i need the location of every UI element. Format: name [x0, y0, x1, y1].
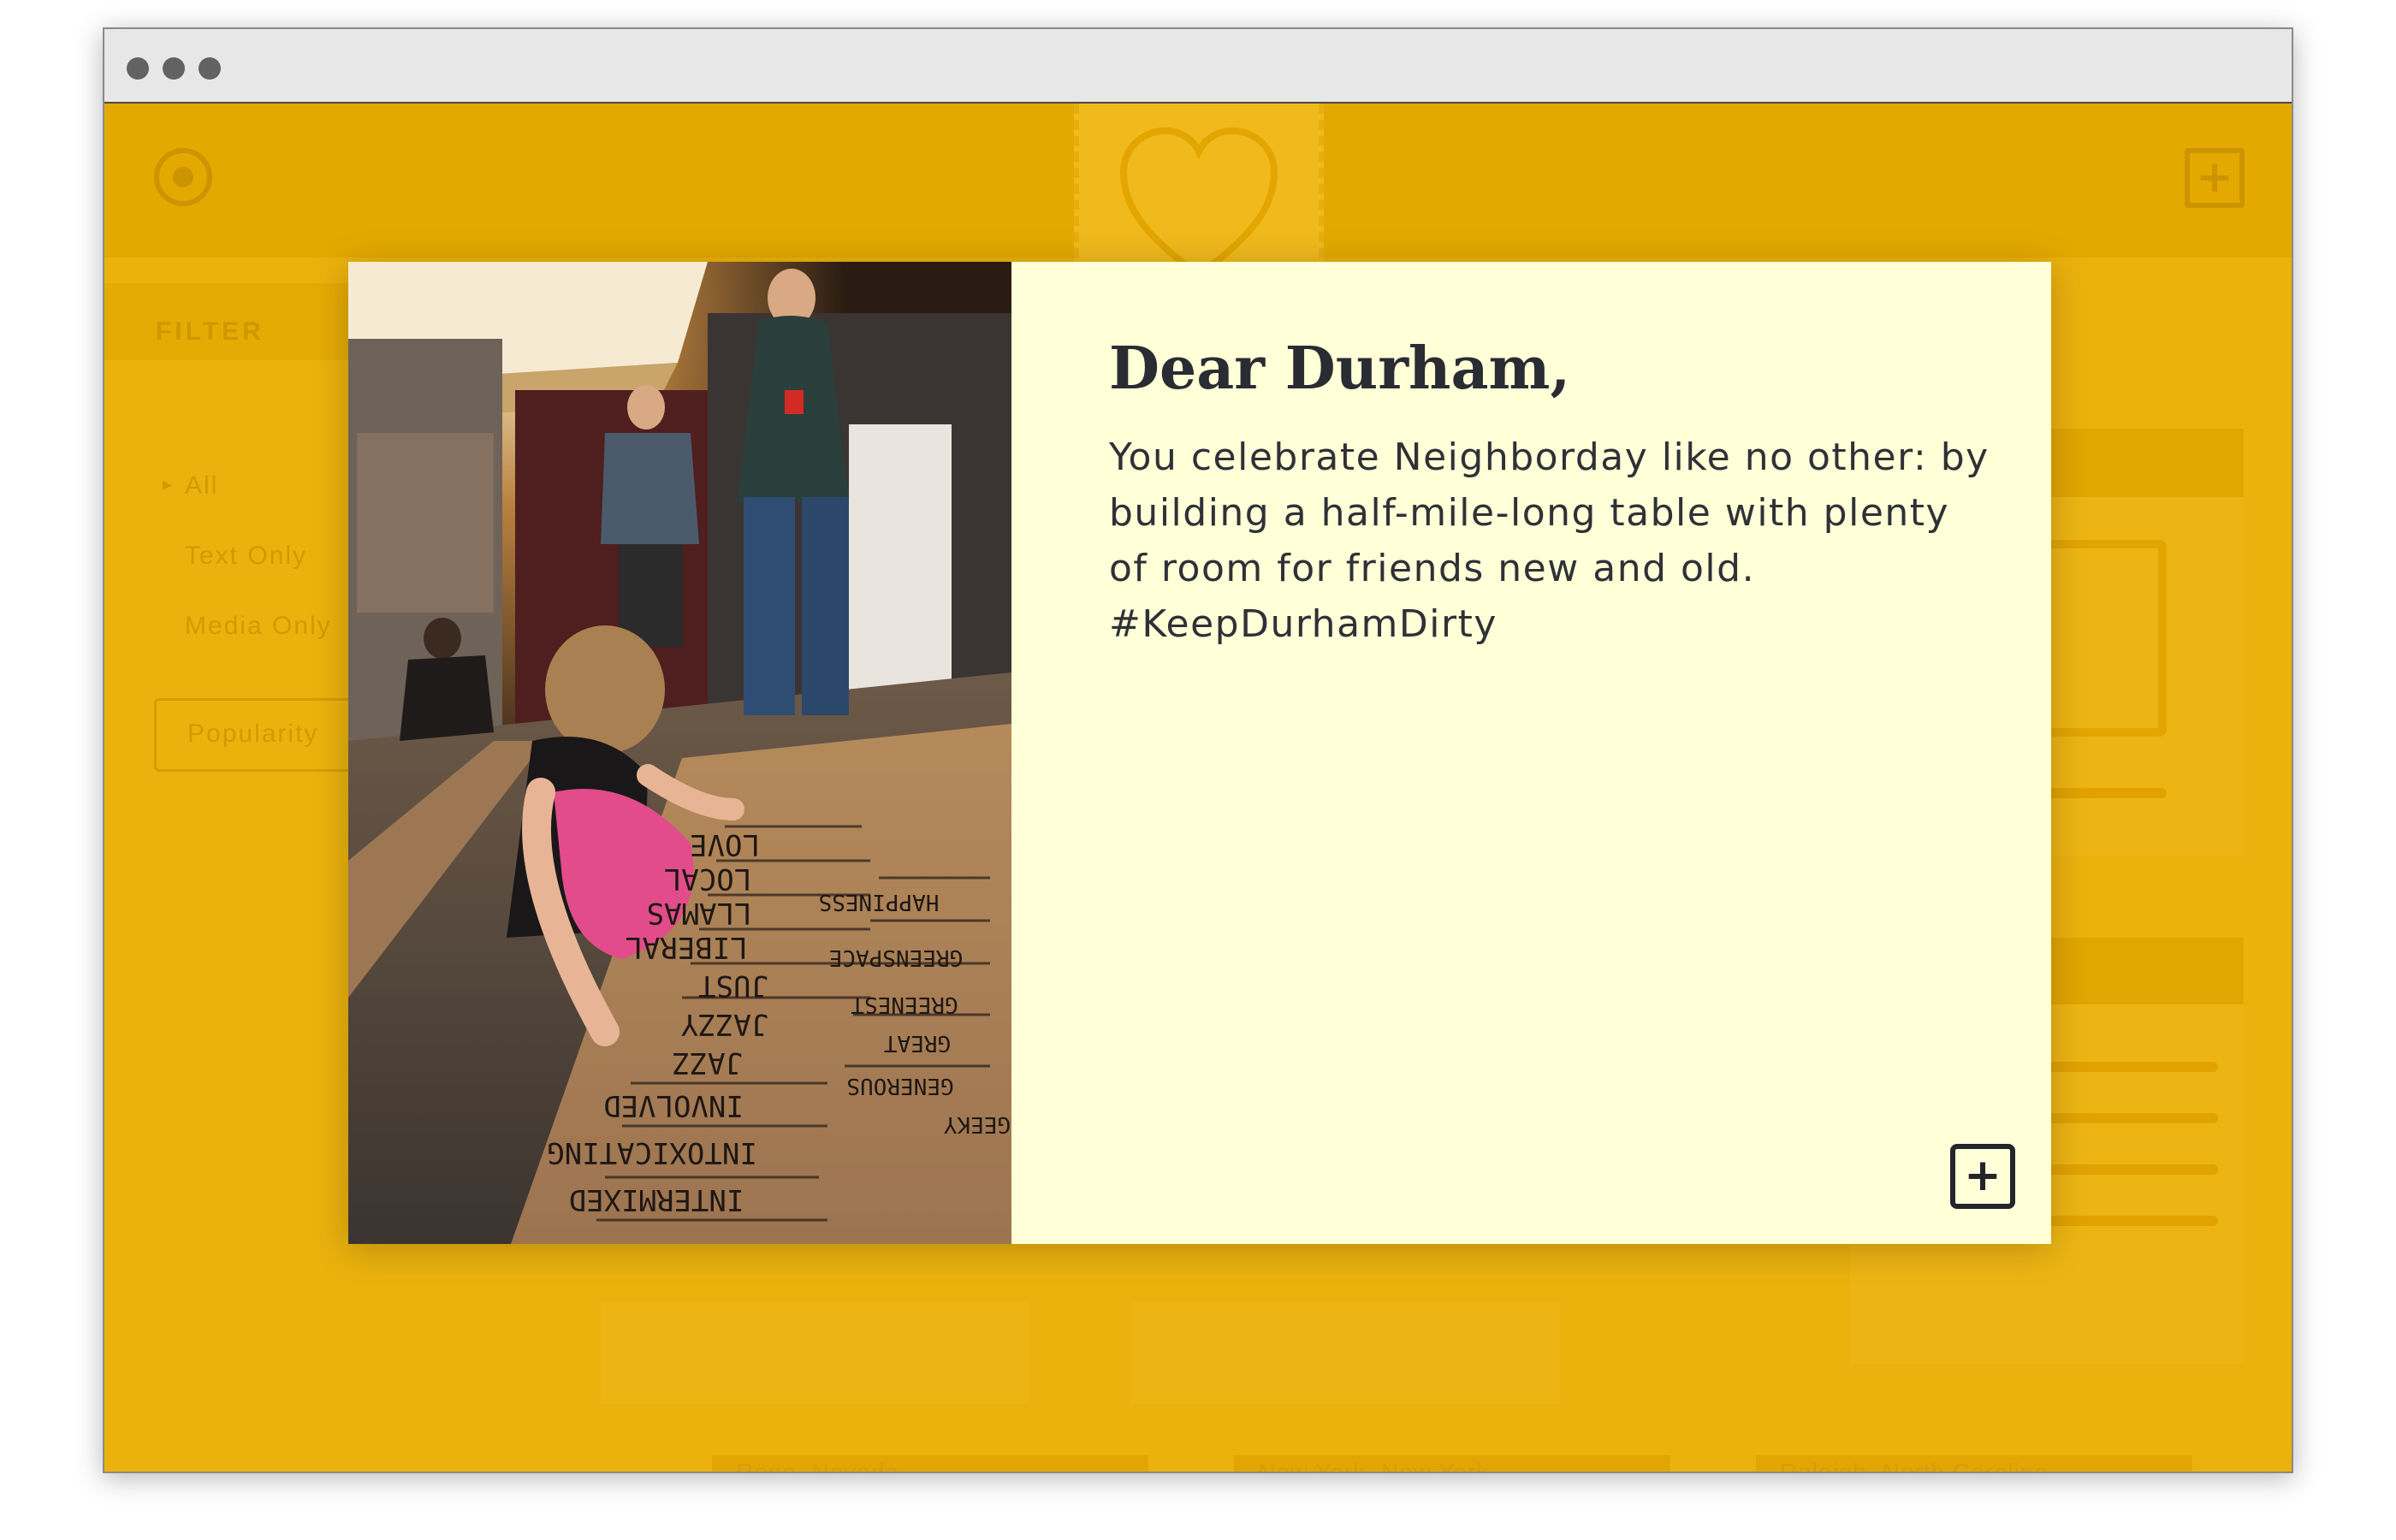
letter-body: You celebrate Neighborday like no other:…	[1109, 435, 1990, 646]
background-card-header: Raleigh, North Carolina	[1756, 1455, 2192, 1472]
filter-option-all[interactable]: ▸ All	[163, 471, 218, 500]
filter-option-media-only[interactable]: Media Only	[185, 612, 332, 641]
background-card-header: Reno, Nevada	[712, 1455, 1148, 1472]
photo-word-text: LIBERAL	[625, 930, 747, 964]
window-titlebar	[104, 29, 2292, 104]
sort-label: Popularity	[187, 720, 319, 748]
circle-target-icon[interactable]	[154, 148, 212, 206]
letter-card: Dear Durham, You celebrate Neighborday l…	[1011, 262, 2051, 1244]
expand-button[interactable]: +	[1950, 1144, 2015, 1209]
photo-word-text: INTERMIXED	[569, 1182, 744, 1217]
letter-modal: INTERMIXED INTOXICATING INVOLVED JAZZ JAZZY J…	[348, 262, 2051, 1244]
photo-word-text: LOVE	[690, 827, 760, 862]
photo-word-text: INVOLVED	[603, 1088, 744, 1122]
letter-title: Dear Durham,	[1109, 335, 1571, 403]
background-card[interactable]	[601, 1301, 1029, 1404]
photo-word-text: GENEROUS	[846, 1073, 953, 1099]
photo-word-text: INTOXICATING	[547, 1135, 757, 1170]
window-dot-icon[interactable]	[127, 57, 149, 80]
background-card-header: New York, New York	[1234, 1455, 1670, 1472]
plus-box-icon[interactable]: +	[2185, 148, 2245, 208]
photo-word-text: LOCAL	[664, 862, 751, 896]
photo-word-text: JUST	[698, 968, 768, 1003]
window-dot-icon[interactable]	[163, 57, 185, 80]
background-card[interactable]	[1131, 1301, 1559, 1404]
letter-photo[interactable]: INTERMIXED INTOXICATING INVOLVED JAZZ JAZZY J…	[348, 262, 1011, 1244]
photo-word-text: GREAT	[884, 1030, 952, 1056]
filter-option-text-only[interactable]: Text Only	[185, 542, 307, 571]
filter-heading: FILTER	[156, 317, 264, 346]
photo-word-text: JAZZ	[673, 1045, 743, 1080]
plus-box-icon: +	[1964, 1150, 2002, 1201]
photo-word-text: GREENEST	[851, 992, 958, 1017]
browser-window: + FILTER ▸ All Text Only Media Only Popu…	[103, 27, 2293, 1473]
photo-word-text: GEEKY	[944, 1111, 1011, 1137]
caret-right-icon: ▸	[163, 473, 175, 495]
photo-word-text: GREENSPACE	[829, 945, 964, 970]
photo-word-text: LLAMAS	[647, 896, 752, 930]
window-dot-icon[interactable]	[199, 57, 221, 80]
photo-word-text: HAPPINESS	[819, 889, 940, 915]
photo-word-text: JAZZY	[681, 1007, 768, 1041]
